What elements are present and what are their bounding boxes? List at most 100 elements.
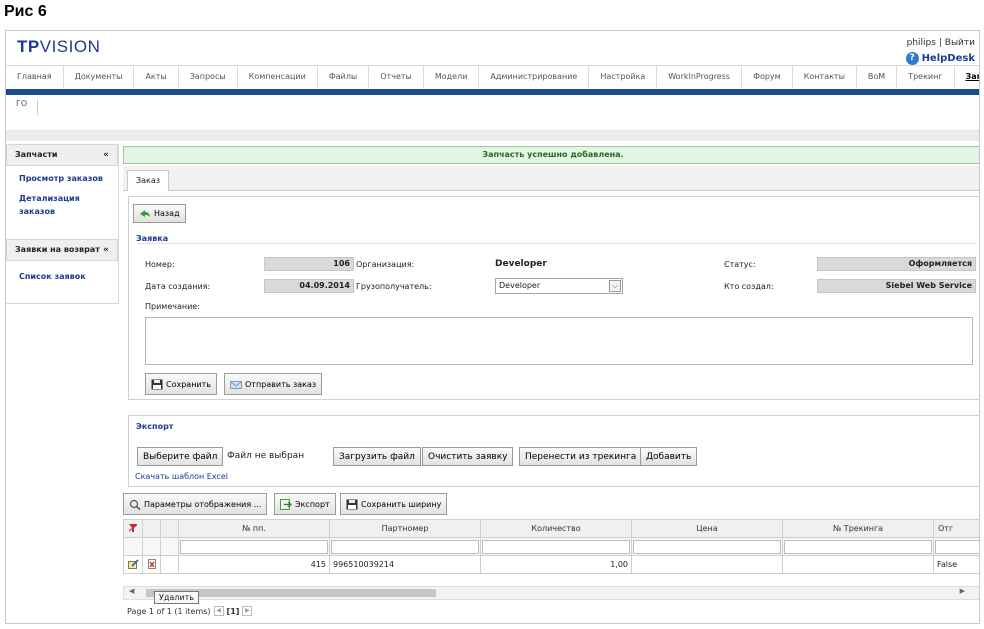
figure-caption: Рис 6 <box>4 3 47 20</box>
prev-page-icon[interactable]: ◀ <box>213 606 224 616</box>
sidebar-border <box>118 144 119 304</box>
edit-cell[interactable] <box>123 555 143 574</box>
choose-file-button[interactable]: Выберите файл <box>137 447 224 466</box>
nav-documents[interactable]: Документы <box>64 66 135 88</box>
status-label: Статус: <box>724 260 756 269</box>
no-file-text: Файл не выбран <box>227 451 305 461</box>
export-title: Экспорт <box>136 422 174 431</box>
nav-tracking[interactable]: Трекинг <box>897 66 955 88</box>
filter-quantity[interactable] <box>482 539 630 554</box>
col-header-quantity[interactable]: Количество <box>480 519 632 538</box>
nav-forum[interactable]: Форум <box>742 66 793 88</box>
cell-quantity: 1,00 <box>480 555 632 574</box>
nav-models[interactable]: Модели <box>424 66 480 88</box>
sidebar-link-order-details-1[interactable]: Детализация <box>10 193 80 204</box>
nav-requests[interactable]: Запросы <box>179 66 238 88</box>
save-width-button[interactable]: Сохранить ширину <box>340 493 448 515</box>
clear-request-button[interactable]: Очистить заявку <box>422 447 514 466</box>
nav-files[interactable]: Файлы <box>318 66 370 88</box>
pager-text: Page 1 of 1 (1 items) <box>127 606 211 616</box>
main-nav: Главная Документы Акты Запросы Компенсац… <box>6 65 979 89</box>
search-icon <box>129 499 141 510</box>
col-header-partnumber[interactable]: Партномер <box>329 519 481 538</box>
note-textarea[interactable] <box>145 317 973 365</box>
collapse-icon[interactable]: « <box>103 240 109 260</box>
edit-icon <box>127 558 139 569</box>
nav-acts[interactable]: Акты <box>134 66 179 88</box>
username: philips <box>906 38 936 48</box>
consignee-label: Грузополучатель: <box>356 282 432 291</box>
save-button[interactable]: Сохранить <box>145 373 217 395</box>
filter-number[interactable] <box>180 539 328 554</box>
status-field: Оформляется <box>817 257 976 271</box>
transfer-from-tracking-button[interactable]: Перенести из трекинга <box>519 447 643 466</box>
delete-tooltip: Удалить <box>154 591 199 604</box>
cell-shipped: False <box>933 555 979 574</box>
tab-bar: Заказ <box>123 166 979 191</box>
nav-contacts[interactable]: Контакты <box>793 66 857 88</box>
organization-label: Организация: <box>356 260 415 269</box>
sidebar-section-spare-parts[interactable]: Запчасти « <box>6 144 118 166</box>
note-label: Примечание: <box>145 302 200 311</box>
current-page[interactable]: [1] <box>227 607 240 616</box>
collapse-icon[interactable]: « <box>103 145 109 165</box>
subnav-go[interactable]: ГО <box>16 99 39 115</box>
col-header-price[interactable]: Цена <box>631 519 783 538</box>
sidebar-link-request-list[interactable]: Список заявок <box>10 271 86 282</box>
consignee-select[interactable]: Developer ⌵ <box>495 278 623 294</box>
delete-icon <box>147 558 156 569</box>
col-header-tracking[interactable]: № Трекинга <box>782 519 934 538</box>
user-bar: philips | Выйти <box>907 38 975 48</box>
chevron-down-icon[interactable]: ⌵ <box>609 280 621 292</box>
legend-line <box>137 243 977 244</box>
delete-cell[interactable] <box>142 555 161 574</box>
floppy-disk-icon <box>151 379 163 390</box>
creator-field: Siebel Web Service <box>817 279 976 293</box>
back-button[interactable]: Назад <box>133 204 186 223</box>
logout-link[interactable]: Выйти <box>945 38 975 48</box>
divider-band <box>6 131 979 141</box>
nav-administration[interactable]: Администрирование <box>479 66 590 88</box>
order-panel <box>128 196 979 400</box>
nav-bom[interactable]: BoM <box>857 66 898 88</box>
organization-value: Developer <box>495 259 547 269</box>
sidebar-link-view-orders[interactable]: Просмотр заказов <box>10 173 103 184</box>
scroll-left-icon[interactable]: ◀ <box>129 587 134 595</box>
creator-label: Кто создал: <box>724 282 774 291</box>
helpdesk-link[interactable]: ? HelpDesk <box>905 52 975 65</box>
tab-order[interactable]: Заказ <box>127 170 170 191</box>
nav-workinprogress[interactable]: WorkInProgress <box>657 66 743 88</box>
filter-tracking[interactable] <box>784 539 932 554</box>
next-page-icon[interactable]: ▶ <box>242 606 253 616</box>
tpvision-logo: TPVISION <box>17 37 101 56</box>
nav-spare-parts[interactable]: Запчасти <box>955 66 979 88</box>
export-button[interactable]: Экспорт <box>274 493 336 515</box>
sidebar-section-returns[interactable]: Заявки на возврат « <box>6 239 118 261</box>
number-field: 106 <box>264 257 354 271</box>
filter-shipped[interactable] <box>935 539 979 554</box>
sidebar-link-order-details-2[interactable]: заказов <box>10 206 55 217</box>
table-row: 415 996510039214 1,00 False <box>123 555 979 574</box>
nav-settings[interactable]: Настройка <box>589 66 658 88</box>
send-order-button[interactable]: Отправить заказ <box>224 373 323 395</box>
grid-filter-row <box>123 537 979 556</box>
scroll-right-icon[interactable]: ▶ <box>960 587 965 595</box>
cell-partnumber: 996510039214 <box>329 555 481 574</box>
add-button[interactable]: Добавить <box>640 447 698 466</box>
nav-home[interactable]: Главная <box>6 66 64 88</box>
cell-tracking <box>782 555 934 574</box>
nav-compensations[interactable]: Компенсации <box>238 66 318 88</box>
export-icon <box>280 498 292 510</box>
download-excel-template-link[interactable]: Скачать шаблон Excel <box>135 472 228 481</box>
floppy-disk-icon <box>346 499 358 510</box>
nav-reports[interactable]: Отчеты <box>369 66 424 88</box>
horizontal-scrollbar[interactable]: ◀ ▶ <box>123 586 979 600</box>
clear-filter-cell[interactable] <box>123 519 143 538</box>
upload-file-button[interactable]: Загрузить файл <box>333 447 421 466</box>
display-params-button[interactable]: Параметры отображения ... <box>123 493 268 515</box>
col-header-shipped[interactable]: Отг <box>933 519 979 538</box>
col-header-number[interactable]: № пп. <box>178 519 330 538</box>
filter-partnumber[interactable] <box>331 539 479 554</box>
filter-price[interactable] <box>633 539 781 554</box>
grid-header-row: № пп. Партномер Количество Цена № Трекин… <box>123 519 979 538</box>
